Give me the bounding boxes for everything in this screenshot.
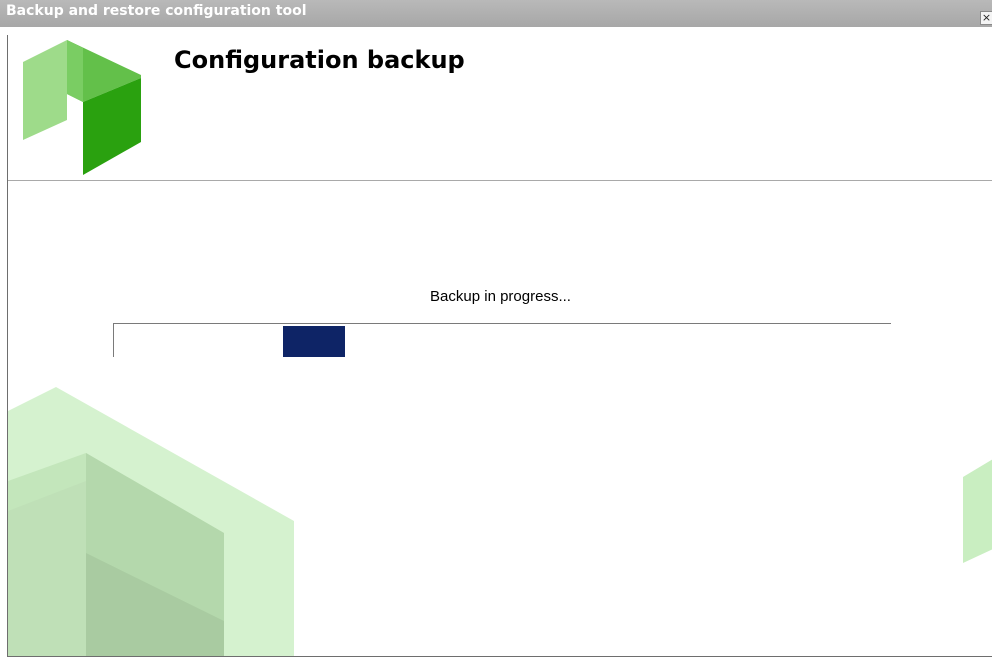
close-button[interactable]: ×: [980, 11, 992, 25]
wizard-content: Configuration backup Backup in progress.…: [7, 35, 992, 657]
page-title: Configuration backup: [174, 46, 465, 74]
window-title: Backup and restore configuration tool: [6, 3, 307, 19]
progress-chunk: [283, 326, 345, 357]
decorative-hexagon-left: [8, 387, 294, 656]
app-window: Backup and restore configuration tool × …: [0, 0, 992, 659]
status-text: Backup in progress...: [430, 288, 571, 305]
green-hexagon-logo-icon: [23, 40, 141, 175]
decorative-hexagon-right: [963, 459, 992, 563]
title-bar[interactable]: Backup and restore configuration tool ×: [0, 0, 992, 27]
wizard-body: Backup in progress...: [8, 181, 992, 656]
wizard-header: Configuration backup: [8, 35, 992, 180]
backup-progress-bar: [113, 323, 891, 357]
close-icon: ×: [981, 11, 992, 24]
